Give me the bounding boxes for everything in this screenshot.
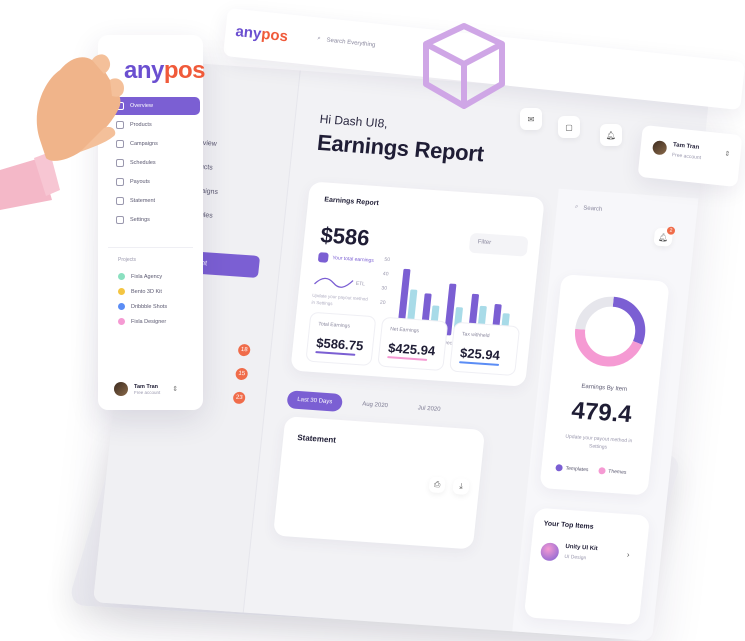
- project-color-dot: [118, 288, 125, 295]
- earnings-by-item-card: Earnings By Item 479.4 Update your payou…: [539, 274, 670, 496]
- user-plan: Free account: [671, 152, 702, 162]
- avatar: [651, 140, 668, 156]
- project-color-dot: [118, 303, 125, 310]
- topbar-user[interactable]: Tam Tran Free account ⇕: [637, 124, 743, 188]
- earnings-amount: $586: [319, 222, 371, 251]
- y-tick-label: 30: [381, 285, 387, 291]
- count-badge: 23: [232, 391, 246, 405]
- gear-icon: [116, 216, 124, 224]
- donut-caption: Earnings By Item: [581, 383, 628, 393]
- project-color-dot: [118, 318, 125, 325]
- hand-illustration: [0, 54, 124, 210]
- statement-title: Statement: [296, 432, 337, 445]
- total-earnings-note: Your total earnings: [317, 252, 374, 266]
- donut-subtext: Update your payout method in Settings: [565, 433, 633, 451]
- eth-label: ETL: [355, 280, 366, 288]
- search-icon: ⌕: [316, 35, 321, 42]
- project-color-dot: [118, 273, 125, 280]
- stat-net-earnings: Net Earnings $425.94: [377, 316, 449, 372]
- download-icon[interactable]: ⤓: [452, 477, 470, 496]
- user-name: Tam Tran: [672, 142, 700, 151]
- legend-templates: Templates: [555, 464, 589, 473]
- project-label: Fixla Designer: [131, 318, 167, 325]
- item-thumbnail: [539, 542, 560, 562]
- divider: [108, 247, 193, 248]
- message-icon[interactable]: ▢: [558, 116, 580, 138]
- legend-themes: Themes: [597, 467, 627, 476]
- stat-total-earnings: Total Earnings $586.75: [305, 311, 377, 367]
- donut-legend: Templates Themes: [555, 464, 627, 476]
- chevron-updown-icon: ⇕: [724, 150, 731, 159]
- projects-title: Projects: [118, 257, 137, 263]
- print-icon[interactable]: ⎙: [428, 476, 446, 494]
- project-item[interactable]: Dribbble Shots: [118, 299, 167, 314]
- y-tick-label: 20: [380, 300, 386, 306]
- sidebar-user[interactable]: Tam Tran Free account ⇕: [114, 382, 178, 396]
- card-title: Earnings Report: [323, 196, 380, 208]
- count-badge: 15: [235, 367, 249, 381]
- trend-note: Update your payout method in Settings: [311, 292, 369, 307]
- donut-value: 479.4: [570, 397, 633, 429]
- mail-icon[interactable]: ✉︎: [520, 108, 542, 130]
- cube-icon: [423, 23, 505, 109]
- project-item[interactable]: Fixla Designer: [118, 314, 167, 329]
- project-label: Dribbble Shots: [131, 303, 168, 310]
- tab-aug-2020[interactable]: Aug 2020: [351, 395, 399, 416]
- project-label: Fixla Agency: [131, 273, 163, 280]
- topbar-logo[interactable]: anypos: [235, 23, 289, 45]
- top-item-sub: UI Design: [564, 553, 587, 562]
- stat-label: Total Earnings: [317, 321, 351, 330]
- user-name: Tam Tran: [134, 383, 159, 390]
- project-label: Bento 3D Kit: [131, 288, 162, 295]
- stat-tax-withheld: Tax withheld $25.94: [449, 321, 521, 377]
- sidebar-item-settings[interactable]: Settings: [108, 211, 200, 229]
- tab-jul-2020[interactable]: Jul 2020: [407, 399, 451, 420]
- stat-value: $25.94: [459, 345, 501, 363]
- y-tick-label: 40: [383, 271, 389, 277]
- bell-icon[interactable]: 🔔︎: [600, 124, 622, 146]
- earnings-donut-chart: [575, 296, 646, 367]
- y-tick-label: 50: [384, 257, 390, 263]
- top-items-title: Your Top Items: [543, 520, 594, 531]
- project-item[interactable]: Fixla Agency: [118, 269, 167, 284]
- search-input[interactable]: ⌕ Search Everything: [317, 36, 376, 49]
- projects-list: Fixla Agency Bento 3D Kit Dribbble Shots Fi…: [118, 269, 167, 329]
- tab-last-30-days[interactable]: Last 30 Days: [286, 390, 344, 412]
- trend-sparkline: [314, 277, 354, 288]
- right-search[interactable]: ⌕ Search: [575, 204, 603, 213]
- stat-label: Net Earnings: [389, 326, 420, 335]
- chevron-updown-icon: ⇕: [172, 386, 179, 393]
- top-items-card: Your Top Items Unity UI Kit UI Design ›: [523, 507, 651, 626]
- avatar: [114, 382, 128, 396]
- user-plan: Free account: [134, 389, 161, 395]
- stat-label: Tax withheld: [461, 331, 490, 340]
- count-badge: 18: [237, 343, 251, 357]
- project-item[interactable]: Bento 3D Kit: [118, 284, 167, 299]
- earnings-card: Earnings Report $586 Your total earnings…: [290, 181, 545, 387]
- chevron-right-icon[interactable]: ›: [626, 550, 630, 559]
- search-icon: ⌕: [574, 203, 579, 211]
- statement-card: Statement ⎙ ⤓: [272, 416, 486, 550]
- top-item-name[interactable]: Unity UI Kit: [565, 544, 598, 552]
- bell-badge: 2: [666, 226, 676, 235]
- filter-select[interactable]: Filter: [468, 232, 529, 257]
- sidebar-item-label: Settings: [130, 217, 150, 223]
- wallet-icon: [317, 252, 329, 263]
- period-tabs: Last 30 Days Aug 2020 Jul 2020: [286, 390, 451, 419]
